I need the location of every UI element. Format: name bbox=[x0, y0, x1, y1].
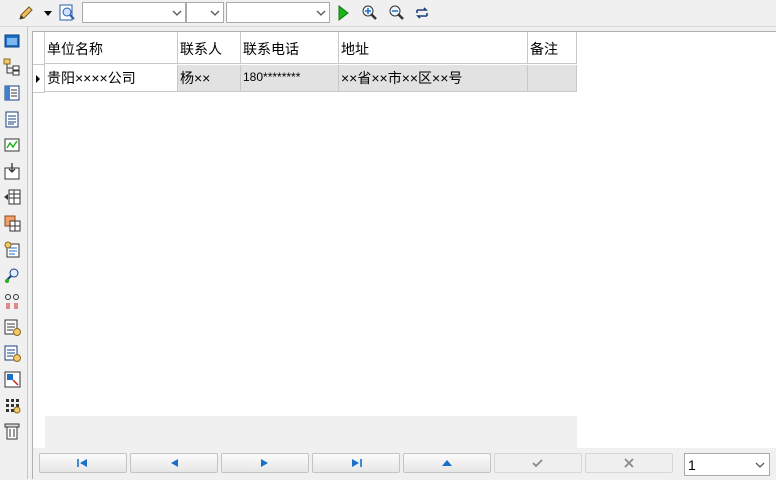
table-export-icon[interactable] bbox=[2, 187, 22, 207]
document-icon[interactable] bbox=[2, 109, 22, 129]
zoom-in-icon bbox=[362, 5, 377, 20]
up-triangle-icon bbox=[442, 460, 452, 466]
chart-icon[interactable] bbox=[2, 135, 22, 155]
form-view-icon[interactable] bbox=[2, 31, 22, 51]
grid-footer bbox=[45, 416, 577, 448]
grid-corner bbox=[33, 32, 45, 65]
settings-document-icon[interactable] bbox=[2, 239, 22, 259]
last-record-button[interactable] bbox=[312, 453, 400, 473]
cancel-edit-button[interactable] bbox=[585, 453, 673, 473]
edit-pencil-icon[interactable] bbox=[16, 2, 36, 24]
close-icon bbox=[624, 458, 634, 468]
table-cell-phone[interactable]: 180******** bbox=[241, 65, 339, 92]
column-header-phone[interactable]: 联系电话 bbox=[241, 32, 339, 64]
record-settings-icon[interactable] bbox=[2, 317, 22, 337]
preview-icon[interactable] bbox=[57, 2, 77, 24]
next-icon bbox=[261, 459, 268, 467]
column-header-address[interactable]: 地址 bbox=[339, 32, 528, 64]
table-link-icon[interactable] bbox=[2, 369, 22, 389]
prior-record-button[interactable] bbox=[130, 453, 218, 473]
column-header-remark[interactable]: 备注 bbox=[528, 32, 577, 64]
left-toolbar bbox=[0, 27, 28, 479]
grid-settings-icon[interactable] bbox=[2, 395, 22, 415]
chevron-down-icon bbox=[210, 10, 220, 16]
zoom-out-search-button[interactable] bbox=[386, 2, 406, 24]
zoom-in-search-button[interactable] bbox=[359, 2, 379, 24]
column-header-unit-name[interactable]: 单位名称 bbox=[45, 32, 178, 64]
refresh-button[interactable] bbox=[412, 2, 432, 24]
run-query-button[interactable] bbox=[335, 2, 351, 24]
filter-field-combo[interactable] bbox=[82, 2, 186, 23]
last-icon bbox=[352, 459, 362, 467]
import-box-icon[interactable] bbox=[2, 161, 22, 181]
filter-value-combo[interactable] bbox=[226, 2, 330, 23]
copy-table-icon[interactable] bbox=[2, 213, 22, 233]
table-cell-contact[interactable]: 杨×× bbox=[178, 65, 241, 92]
list-view-icon[interactable] bbox=[2, 83, 22, 103]
link-rows-icon[interactable] bbox=[2, 291, 22, 311]
table-cell-unit-name[interactable]: 贵阳××××公司 bbox=[45, 65, 178, 92]
chevron-down-icon bbox=[755, 462, 765, 468]
data-grid-panel: 单位名称 联系人 联系电话 地址 备注 贵阳××××公司 杨×× 180****… bbox=[32, 31, 776, 480]
table-cell-remark[interactable] bbox=[528, 65, 577, 92]
insert-record-button[interactable] bbox=[403, 453, 491, 473]
user-search-icon[interactable] bbox=[2, 265, 22, 285]
row-indicator[interactable] bbox=[33, 65, 45, 93]
column-header-contact[interactable]: 联系人 bbox=[178, 32, 241, 64]
first-icon bbox=[77, 459, 87, 467]
current-row-arrow-icon bbox=[36, 75, 40, 83]
page-select-value: 1 bbox=[688, 457, 696, 473]
toolbar bbox=[0, 0, 776, 27]
post-edit-button[interactable] bbox=[494, 453, 582, 473]
play-icon bbox=[338, 5, 349, 21]
check-icon bbox=[532, 459, 543, 468]
dropdown-arrow-icon[interactable] bbox=[43, 2, 53, 24]
trash-icon[interactable] bbox=[2, 421, 22, 441]
prior-icon bbox=[171, 459, 178, 467]
report-settings-icon[interactable] bbox=[2, 343, 22, 363]
record-navigator: 1 bbox=[33, 448, 776, 480]
first-record-button[interactable] bbox=[39, 453, 127, 473]
filter-operator-combo[interactable] bbox=[186, 2, 224, 23]
refresh-icon bbox=[416, 7, 428, 19]
next-record-button[interactable] bbox=[221, 453, 309, 473]
chevron-down-icon bbox=[172, 10, 182, 16]
chevron-down-icon bbox=[316, 10, 326, 16]
zoom-out-icon bbox=[389, 5, 404, 20]
tree-structure-icon[interactable] bbox=[2, 57, 22, 77]
page-select[interactable]: 1 bbox=[684, 453, 770, 476]
table-cell-address[interactable]: ××省××市××区××号 bbox=[339, 65, 528, 92]
